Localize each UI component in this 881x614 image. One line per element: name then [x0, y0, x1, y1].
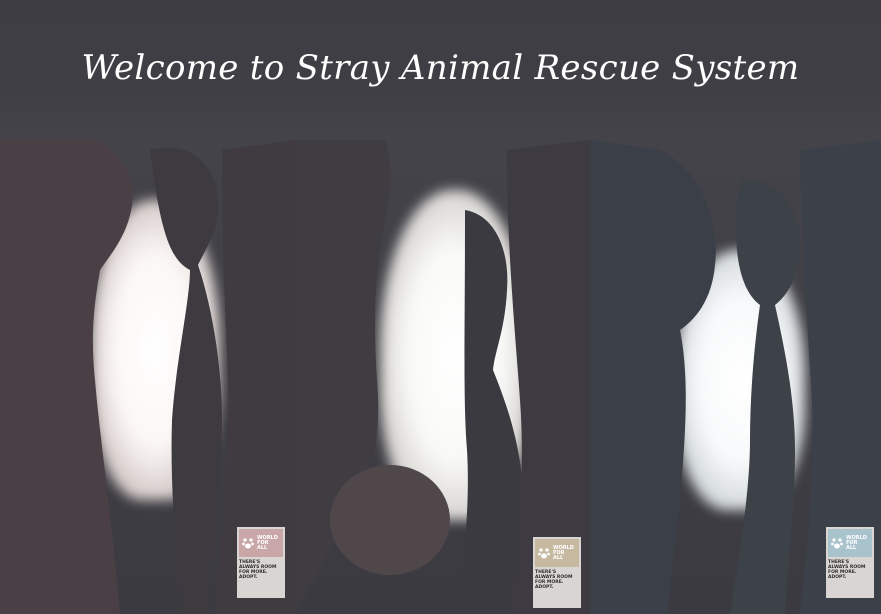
- poster-tag: WORLD FOR ALL THERE'S ALWAYS ROOM FOR MO…: [826, 527, 874, 598]
- slogan-line: ADOPT.: [828, 575, 847, 580]
- hero-banner: Welcome to Stray Animal Rescue System WO…: [0, 0, 881, 614]
- adopt-slogan: THERE'S ALWAYS ROOM FOR MORE. ADOPT.: [828, 560, 872, 580]
- page-title: Welcome to Stray Animal Rescue System: [81, 48, 800, 88]
- logo-line: ALL: [553, 554, 564, 561]
- adopt-slogan: THERE'S ALWAYS ROOM FOR MORE. ADOPT.: [535, 570, 579, 590]
- world-for-all-logo: WORLD FOR ALL: [239, 529, 283, 557]
- world-for-all-logo: WORLD FOR ALL: [828, 529, 872, 557]
- logo-line: ALL: [257, 544, 268, 551]
- paw-icon: [831, 538, 843, 549]
- adopt-slogan: THERE'S ALWAYS ROOM FOR MORE. ADOPT.: [239, 560, 283, 580]
- paw-icon: [538, 548, 550, 559]
- slogan-line: ADOPT.: [535, 585, 554, 590]
- paw-icon: [242, 538, 254, 549]
- slogan-line: ADOPT.: [239, 575, 258, 580]
- poster-tag: WORLD FOR ALL THERE'S ALWAYS ROOM FOR MO…: [237, 527, 285, 598]
- logo-line: ALL: [846, 544, 857, 551]
- world-for-all-logo: WORLD FOR ALL: [535, 539, 579, 567]
- poster-tag: WORLD FOR ALL THERE'S ALWAYS ROOM FOR MO…: [533, 537, 581, 608]
